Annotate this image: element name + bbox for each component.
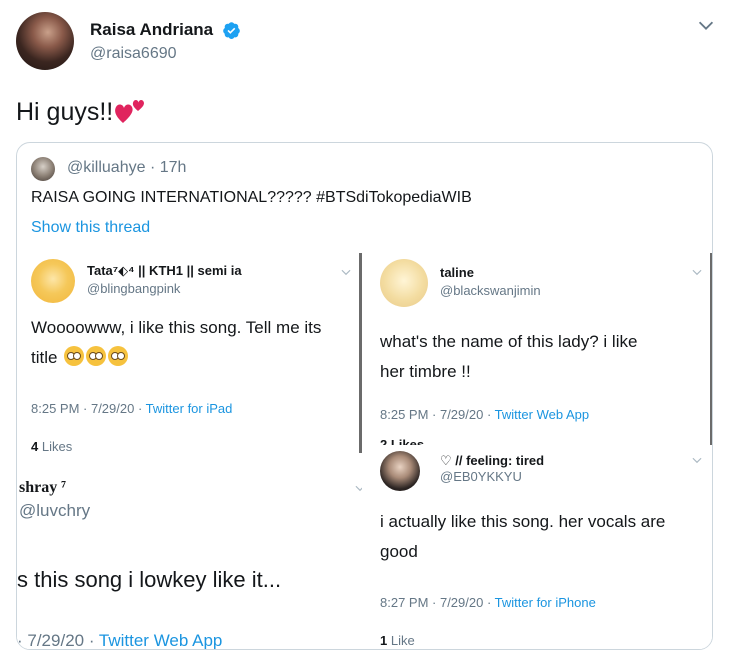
shray-text: s this song i lowkey like it...	[17, 567, 282, 592]
panel-divider	[710, 253, 712, 445]
chevron-down-icon	[692, 269, 702, 276]
chevron-down-icon[interactable]	[695, 14, 717, 36]
verified-badge-icon	[223, 22, 240, 39]
flushed-emoji-icon	[64, 346, 85, 366]
eboykkyu-handle: @EB0YKKYU	[440, 469, 522, 484]
tweet-text-body: Hi guys!!	[16, 98, 114, 126]
screenshot-panel-4[interactable]: ♡ // feeling: tired @EB0YKKYU i actually…	[366, 449, 712, 649]
quoted-tweet-card[interactable]: @killuahye · 17h RAISA GOING INTERNATION…	[16, 142, 713, 650]
two-hearts-icon	[115, 100, 145, 123]
tata-text-line2: title	[31, 343, 321, 373]
tata-handle: @blingbangpink	[87, 281, 181, 296]
tata-meta-source: Twitter for iPad	[145, 401, 233, 416]
flushed-emoji-icon	[108, 346, 129, 366]
chevron-down-icon	[341, 269, 351, 276]
tata-name: Tata⁷⬖⁴ || KTH1 || semi ia	[87, 263, 242, 278]
tata-text-line1: Woooowww, i like this song. Tell me its	[31, 318, 322, 337]
shray-meta: · 7/29/20 · Twitter Web App	[17, 631, 223, 650]
taline-text-line2: her timbre !!	[380, 362, 471, 381]
eboykkyu-name: ♡ // feeling: tired	[440, 453, 545, 468]
taline-likes-cut: 2 Likes	[380, 437, 424, 445]
chevron-down-icon	[692, 457, 702, 464]
tata-likes: 4 Likes	[31, 439, 72, 454]
tata-meta: 8:25 PM · 7/29/20 · Twitter for iPad	[31, 401, 232, 416]
taline-avatar	[380, 259, 428, 307]
taline-handle: @blackswanjimin	[440, 283, 541, 298]
author-name[interactable]: Raisa Andriana	[90, 20, 213, 40]
tata-text-line2-word: title	[31, 348, 58, 367]
taline-text: what's the name of this lady? i like her…	[380, 327, 637, 387]
shray-handle: @luvchry	[19, 501, 91, 520]
screenshot-panel-1[interactable]: Tata⁷⬖⁴ || KTH1 || semi ia @blingbangpin…	[17, 253, 362, 455]
panel-divider	[359, 253, 362, 453]
eboykkyu-text-line1: i actually like this song. her vocals ar…	[380, 512, 666, 531]
tata-likes-label: Likes	[38, 439, 73, 454]
taline-text-line1: what's the name of this lady? i like	[380, 332, 638, 351]
flushed-emoji-icon	[86, 346, 107, 366]
taline-meta-time: 8:25 PM · 7/29/20 ·	[380, 407, 495, 422]
eboykkyu-text: i actually like this song. her vocals ar…	[380, 507, 665, 567]
taline-name: taline	[440, 265, 474, 280]
shray-name: shray ⁷	[19, 479, 67, 496]
tata-text: Woooowww, i like this song. Tell me its …	[31, 313, 321, 373]
eboykkyu-avatar	[380, 451, 420, 491]
tweet-text: Hi guys!!	[16, 96, 147, 127]
author-avatar[interactable]	[16, 12, 74, 70]
author-handle[interactable]: @raisa6690	[90, 45, 177, 63]
eboykkyu-likes: 1 Like	[380, 633, 415, 648]
shray-meta-time: · 7/29/20 ·	[17, 631, 99, 650]
tata-avatar	[31, 259, 75, 303]
quote-author-avatar[interactable]	[31, 157, 55, 181]
quote-author-handle[interactable]: @killuahye · 17h	[67, 159, 186, 177]
taline-meta-source: Twitter Web App	[494, 407, 590, 422]
taline-likes-text: 2 Likes	[380, 437, 425, 445]
media-collage[interactable]: Tata⁷⬖⁴ || KTH1 || semi ia @blingbangpin…	[17, 253, 712, 650]
show-thread-link[interactable]: Show this thread	[31, 219, 150, 237]
eboykkyu-meta-source: Twitter for iPhone	[494, 595, 596, 610]
shray-meta-source: Twitter Web App	[98, 631, 223, 650]
eboykkyu-text-line2: good	[380, 542, 418, 561]
chevron-down-icon	[355, 485, 362, 492]
eboykkyu-meta-time: 8:27 PM · 7/29/20 ·	[380, 595, 495, 610]
eboykkyu-likes-label: Like	[387, 633, 415, 648]
eboykkyu-meta: 8:27 PM · 7/29/20 · Twitter for iPhone	[380, 595, 596, 610]
screenshot-panel-2[interactable]: taline @blackswanjimin what's the name o…	[366, 253, 712, 445]
screenshot-panel-3[interactable]: shray ⁷ @luvchry s this song i lowkey li…	[17, 459, 362, 650]
tata-meta-time: 8:25 PM · 7/29/20 ·	[31, 401, 146, 416]
quote-text: RAISA GOING INTERNATIONAL????? #BTSdiTok…	[31, 189, 472, 206]
taline-meta: 8:25 PM · 7/29/20 · Twitter Web App	[380, 407, 589, 422]
